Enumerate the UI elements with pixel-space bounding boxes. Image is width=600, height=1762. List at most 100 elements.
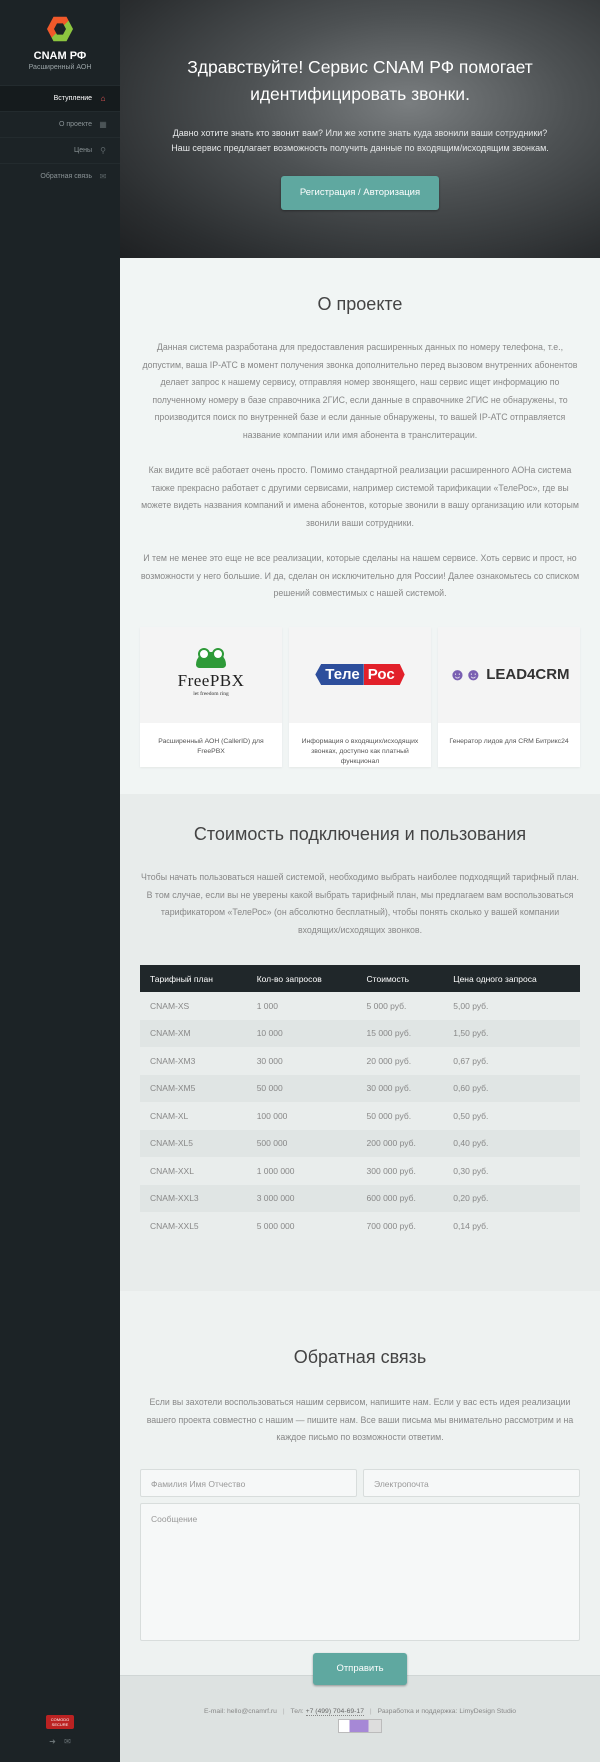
footer-email[interactable]: E-mail: hello@cnamrf.ru xyxy=(204,1708,277,1715)
visit-counter-badge[interactable] xyxy=(338,1719,382,1733)
plan-name: CNAM-XM3 xyxy=(140,1047,247,1075)
nav-item-about[interactable]: О проекте ▦ xyxy=(0,111,120,137)
about-paragraph-3: И тем не менее это еще не все реализации… xyxy=(140,553,580,598)
footer: E-mail: hello@cnamrf.ru | Тел: +7 (499) … xyxy=(120,1675,600,1762)
brand-block: CNAM РФ Расширенный АОН xyxy=(0,0,120,71)
main-content: Здравствуйте! Сервис CNAM РФ помогает ид… xyxy=(120,0,600,1762)
freepbx-logo-name: FreePBX xyxy=(177,671,245,690)
telerus-logo-right: Рос xyxy=(363,664,405,685)
plan-cost: 30 000 руб. xyxy=(356,1074,444,1102)
plan-name: CNAM-XXL xyxy=(140,1157,247,1185)
partner-card-lead4crm[interactable]: ☻☻ LEAD4CRM Генератор лидов для CRM Битри… xyxy=(438,626,580,767)
column-header: Цена одного запроса xyxy=(443,965,580,992)
email-input[interactable]: Электропочта xyxy=(363,1468,580,1497)
column-header: Кол-во запросов xyxy=(246,965,357,992)
hero-section: Здравствуйте! Сервис CNAM РФ помогает ид… xyxy=(120,0,600,258)
plan-name: CNAM-XL5 xyxy=(140,1129,247,1157)
hero-line-2: Наш сервис предлагает возможность получи… xyxy=(171,143,549,153)
requests-count: 10 000 xyxy=(246,1019,357,1047)
brand-name[interactable]: CNAM РФ xyxy=(0,50,120,62)
people-icon: ☻☻ xyxy=(448,664,482,684)
contact-form: Фамилия Имя Отчество Электропочта Сообще… xyxy=(140,1468,580,1641)
submit-button[interactable]: Отправить xyxy=(313,1652,407,1685)
freepbx-logo: FreePBX let freedom ring xyxy=(140,626,282,723)
partner-caption: Информация о входящих/исходящих звонках,… xyxy=(301,737,419,765)
mail-icon[interactable]: ✉ xyxy=(64,1737,71,1746)
nav-item-label: Вступление xyxy=(53,95,92,102)
per-request-price: 0,20 руб. xyxy=(443,1184,580,1212)
plan-cost: 20 000 руб. xyxy=(356,1047,444,1075)
per-request-price: 5,00 руб. xyxy=(443,992,580,1020)
telerus-logo-left: Теле xyxy=(315,664,364,685)
plan-name: CNAM-XXL5 xyxy=(140,1212,247,1240)
plan-name: CNAM-XL xyxy=(140,1102,247,1130)
plan-cost: 200 000 руб. xyxy=(356,1129,444,1157)
plan-cost: 5 000 руб. xyxy=(356,992,444,1020)
footer-credits[interactable]: Разработка и поддержка: LimyDesign Studi… xyxy=(378,1708,517,1715)
footer-phone[interactable]: +7 (499) 704-69-17 xyxy=(305,1708,364,1716)
about-paragraph-2: Как видите всё работает очень просто. По… xyxy=(141,465,579,528)
pricing-section: Стоимость подключения и пользования Чтоб… xyxy=(120,794,600,1291)
pricing-title: Стоимость подключения и пользования xyxy=(193,824,527,844)
requests-count: 100 000 xyxy=(246,1102,357,1130)
partner-card-telerus[interactable]: Теле Рос Информация о входящих/исходящих… xyxy=(289,626,431,767)
requests-count: 3 000 000 xyxy=(246,1184,357,1212)
nav-item-label: Обратная связь xyxy=(40,173,92,180)
freepbx-logo-tagline: let freedom ring xyxy=(193,691,229,697)
footer-phone-label: Тел: xyxy=(290,1708,304,1715)
sidebar: CNAM РФ Расширенный АОН Вступление ⌂ О п… xyxy=(0,0,120,1762)
table-row: CNAM-XL 100 000 50 000 руб. 0,50 руб. xyxy=(140,1102,580,1130)
lead4crm-logo: ☻☻ LEAD4CRM xyxy=(438,626,580,723)
per-request-price: 1,50 руб. xyxy=(443,1019,580,1047)
table-row: CNAM-XL5 500 000 200 000 руб. 0,40 руб. xyxy=(140,1129,580,1157)
register-login-button[interactable]: Регистрация / Авторизация xyxy=(281,176,439,210)
plan-cost: 700 000 руб. xyxy=(356,1212,444,1240)
nav-item-prices[interactable]: Цены ⚲ xyxy=(0,137,120,163)
plan-name: CNAM-XM xyxy=(140,1019,247,1047)
table-row: CNAM-XM3 30 000 20 000 руб. 0,67 руб. xyxy=(140,1047,580,1075)
plan-cost: 15 000 руб. xyxy=(356,1019,444,1047)
contact-section: Обратная связь Если вы захотели воспольз… xyxy=(120,1291,600,1685)
column-header: Стоимость xyxy=(356,965,444,992)
requests-count: 50 000 xyxy=(246,1074,357,1102)
table-row: CNAM-XM5 50 000 30 000 руб. 0,60 руб. xyxy=(140,1074,580,1102)
divider: | xyxy=(282,1708,285,1715)
table-row: CNAM-XXL5 5 000 000 700 000 руб. 0,14 руб. xyxy=(140,1212,580,1240)
plan-cost: 300 000 руб. xyxy=(356,1157,444,1185)
nav-item-contact[interactable]: Обратная связь ✉ xyxy=(0,163,120,189)
per-request-price: 0,14 руб. xyxy=(443,1212,580,1240)
per-request-price: 0,40 руб. xyxy=(443,1129,580,1157)
login-icon[interactable]: ➜ xyxy=(49,1737,56,1746)
about-paragraph-1: Данная система разработана для предостав… xyxy=(142,342,578,440)
per-request-price: 0,60 руб. xyxy=(443,1074,580,1102)
partner-caption: Генератор лидов для CRM Битрикс24 xyxy=(449,737,569,745)
search-icon: ⚲ xyxy=(100,146,106,155)
full-name-input[interactable]: Фамилия Имя Отчество xyxy=(140,1468,357,1497)
plan-name: CNAM-XXL3 xyxy=(140,1184,247,1212)
divider: | xyxy=(369,1708,372,1715)
table-row: CNAM-XS 1 000 5 000 руб. 5,00 руб. xyxy=(140,992,580,1020)
partner-card-freepbx[interactable]: FreePBX let freedom ring Расширенный АОН… xyxy=(140,626,282,767)
lead4crm-logo-name: LEAD4CRM xyxy=(486,666,570,683)
plan-cost: 600 000 руб. xyxy=(356,1184,444,1212)
plan-name: CNAM-XS xyxy=(140,992,247,1020)
about-title: О проекте xyxy=(317,294,403,314)
pricing-table: Тарифный план Кол-во запросов Стоимость … xyxy=(140,965,580,1240)
partner-list: FreePBX let freedom ring Расширенный АОН… xyxy=(140,626,580,767)
comodo-secure-badge[interactable]: COMODO SECURE xyxy=(46,1715,74,1729)
footer-info: E-mail: hello@cnamrf.ru | Тел: +7 (499) … xyxy=(120,1708,600,1716)
hero-subtitle: Давно хотите знать кто звонит вам? Или ж… xyxy=(120,126,600,156)
hero-title: Здравствуйте! Сервис CNAM РФ помогает ид… xyxy=(187,57,533,104)
requests-count: 30 000 xyxy=(246,1047,357,1075)
per-request-price: 0,67 руб. xyxy=(443,1047,580,1075)
logo-icon[interactable] xyxy=(47,16,73,42)
plan-name: CNAM-XM5 xyxy=(140,1074,247,1102)
table-row: CNAM-XXL3 3 000 000 600 000 руб. 0,20 руб. xyxy=(140,1184,580,1212)
plan-cost: 50 000 руб. xyxy=(356,1102,444,1130)
message-textarea[interactable]: Сообщение xyxy=(140,1502,580,1641)
nav-item-label: О проекте xyxy=(58,121,92,128)
frog-icon xyxy=(196,648,226,668)
requests-count: 500 000 xyxy=(246,1129,357,1157)
nav-item-intro[interactable]: Вступление ⌂ xyxy=(0,85,120,111)
sidebar-nav: Вступление ⌂ О проекте ▦ Цены ⚲ Обратная… xyxy=(0,85,120,189)
